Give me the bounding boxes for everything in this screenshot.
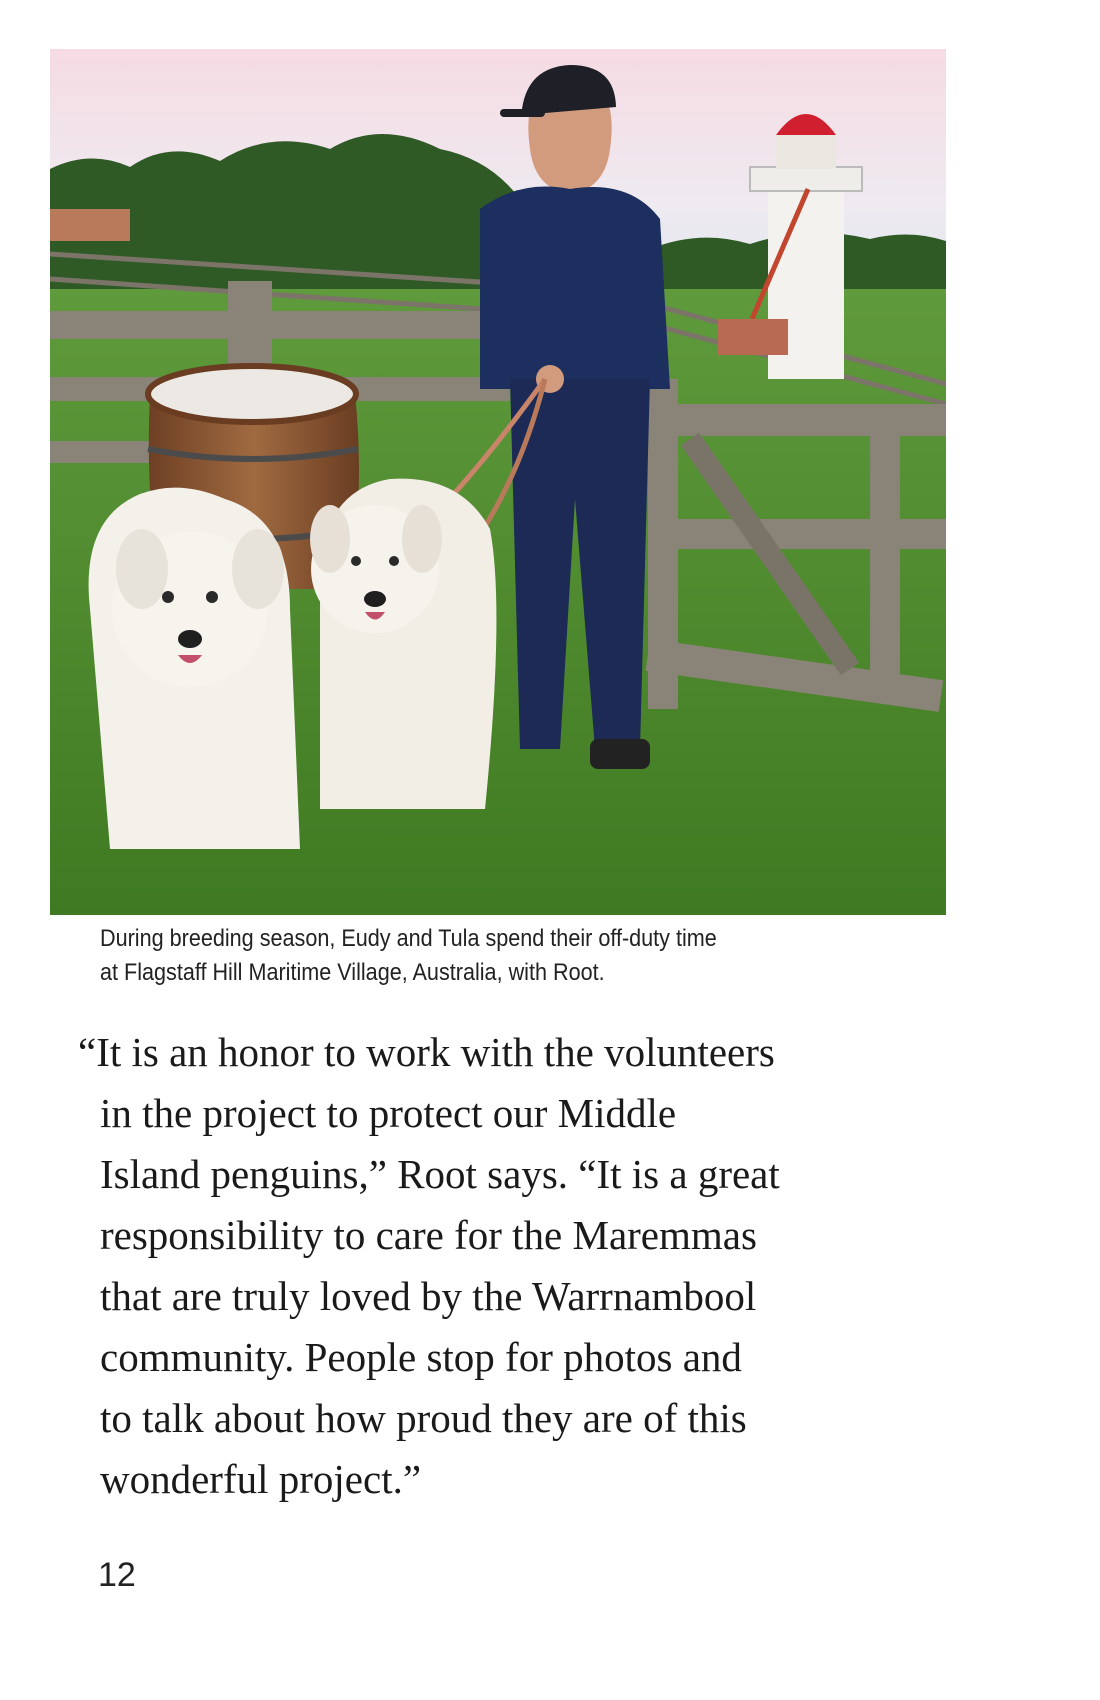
quote-paragraph: “It is an honor to work with the volunte… bbox=[78, 1022, 1018, 1510]
quote-line: that are truly loved by the Warrnambool bbox=[100, 1273, 757, 1319]
quote-line: Island penguins,” Root says. “It is a gr… bbox=[100, 1151, 780, 1197]
photo-caption: During breeding season, Eudy and Tula sp… bbox=[100, 922, 874, 990]
dog-left bbox=[88, 487, 300, 849]
quote-line: “It is an honor to work with the volunte… bbox=[78, 1029, 775, 1075]
page-number: 12 bbox=[98, 1556, 136, 1594]
photo-dogs-with-root bbox=[50, 49, 946, 915]
dog-right bbox=[310, 478, 497, 809]
quote-line: in the project to protect our Middle bbox=[100, 1090, 677, 1136]
quote-line: responsibility to care for the Maremmas bbox=[100, 1212, 757, 1258]
quote-line: community. People stop for photos and bbox=[100, 1334, 742, 1380]
caption-line: at Flagstaff Hill Maritime Village, Aust… bbox=[100, 959, 605, 986]
quote-line: to talk about how proud they are of this bbox=[100, 1395, 747, 1441]
caption-line: During breeding season, Eudy and Tula sp… bbox=[100, 925, 717, 952]
quote-line: wonderful project.” bbox=[100, 1456, 422, 1502]
